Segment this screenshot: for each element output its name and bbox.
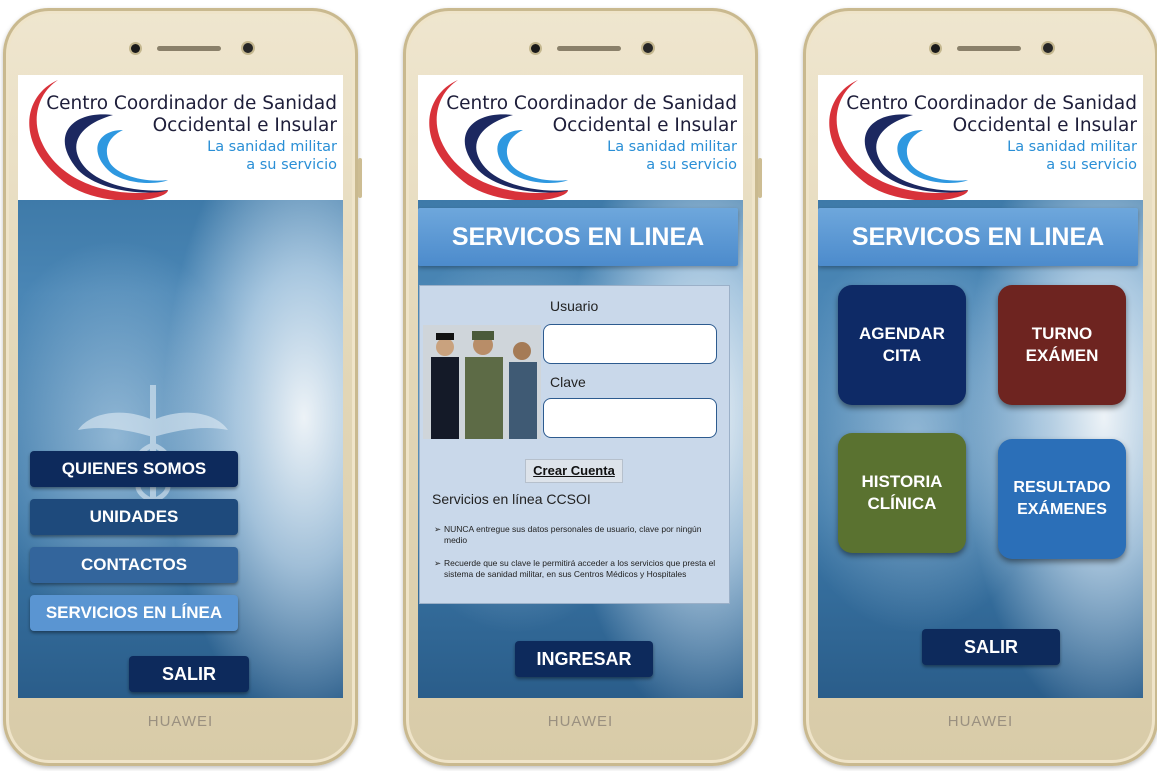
device-brand-label: HUAWEI — [147, 713, 214, 730]
password-input[interactable] — [543, 398, 717, 438]
phone-frame-1: Centro Coordinador de Sanidad Occidental… — [3, 8, 362, 766]
military-personnel-photo — [423, 325, 541, 439]
security-note-2: ➢ Recuerde que su clave le permitirá acc… — [434, 558, 719, 580]
bullet-arrow-icon: ➢ — [434, 524, 442, 534]
header-title-line1: Centro Coordinador de Sanidad — [846, 93, 1137, 114]
phone-frame-3: Centro Coordinador de Sanidad Occidental… — [803, 8, 1157, 766]
device-brand-label: HUAWEI — [947, 713, 1014, 730]
security-note-1: ➢ NUNCA entregue sus datos personales de… — [434, 524, 719, 546]
header-tagline-line1: La sanidad militar — [607, 139, 737, 155]
earpiece-speaker — [157, 46, 221, 51]
services-title: Servicios en línea CCSOI — [432, 491, 591, 507]
security-note-2-text: Recuerde que su clave le permitirá acced… — [444, 558, 716, 579]
header-title-line2: Occidental e Insular — [552, 115, 737, 136]
tile-line2: CITA — [882, 346, 922, 365]
earpiece-speaker — [557, 46, 621, 51]
header-title-line1: Centro Coordinador de Sanidad — [446, 93, 737, 114]
front-camera — [131, 44, 140, 53]
tile-line1: HISTORIA — [861, 472, 943, 491]
front-sensor — [1043, 43, 1053, 53]
header-title-line1: Centro Coordinador de Sanidad — [46, 93, 337, 114]
username-input[interactable] — [543, 324, 717, 364]
menu-servicios-en-linea-button[interactable]: SERVICIOS EN LÍNEA — [30, 595, 238, 631]
phone-frame-2: Centro Coordinador de Sanidad Occidental… — [403, 8, 762, 766]
password-label: Clave — [550, 374, 586, 390]
header-tagline-line1: La sanidad militar — [1007, 139, 1137, 155]
screen-login: Centro Coordinador de Sanidad Occidental… — [418, 75, 743, 698]
front-camera — [931, 44, 940, 53]
menu-contactos-button[interactable]: CONTACTOS — [30, 547, 238, 583]
volume-button — [758, 158, 762, 198]
tile-line1: TURNO — [1031, 324, 1093, 343]
schedule-appointment-tile[interactable]: AGENDAR CITA — [838, 285, 966, 405]
tile-line2: EXÁMENES — [1017, 501, 1107, 518]
login-panel: Usuario Clave Crear Cuenta Servicios en … — [419, 285, 730, 604]
screen-home: Centro Coordinador de Sanidad Occidental… — [18, 75, 343, 698]
exam-results-tile[interactable]: RESULTADO EXÁMENES — [998, 439, 1126, 559]
menu-quienes-somos-button[interactable]: QUIENES SOMOS — [30, 451, 238, 487]
front-sensor — [243, 43, 253, 53]
earpiece-speaker — [957, 46, 1021, 51]
page-title-banner: SERVICOS EN LINEA — [418, 208, 738, 266]
screen-services: Centro Coordinador de Sanidad Occidental… — [818, 75, 1143, 698]
header-tagline-line1: La sanidad militar — [207, 139, 337, 155]
tile-line1: AGENDAR — [859, 324, 945, 343]
app-header: Centro Coordinador de Sanidad Occidental… — [18, 75, 343, 200]
security-note-1-text: NUNCA entregue sus datos personales de u… — [444, 524, 702, 545]
header-title-line2: Occidental e Insular — [952, 115, 1137, 136]
username-label: Usuario — [550, 298, 599, 314]
tile-line2: CLÍNICA — [867, 494, 937, 513]
bullet-arrow-icon: ➢ — [434, 558, 442, 568]
header-tagline-line2: a su servicio — [1046, 157, 1137, 173]
front-sensor — [643, 43, 653, 53]
tile-line1: RESULTADO — [1013, 479, 1111, 496]
header-tagline-line2: a su servicio — [646, 157, 737, 173]
clinical-history-tile[interactable]: HISTORIA CLÍNICA — [838, 433, 966, 553]
volume-button — [358, 158, 362, 198]
exit-button[interactable]: SALIR — [922, 629, 1060, 665]
header-title-line2: Occidental e Insular — [152, 115, 337, 136]
menu-unidades-button[interactable]: UNIDADES — [30, 499, 238, 535]
page-title-banner: SERVICOS EN LINEA — [818, 208, 1138, 266]
tile-line2: EXÁMEN — [1025, 346, 1099, 365]
front-camera — [531, 44, 540, 53]
login-button[interactable]: INGRESAR — [515, 641, 653, 677]
app-header: Centro Coordinador de Sanidad Occidental… — [818, 75, 1143, 200]
header-tagline-line2: a su servicio — [246, 157, 337, 173]
exit-button[interactable]: SALIR — [129, 656, 249, 692]
create-account-link[interactable]: Crear Cuenta — [525, 459, 623, 483]
exam-turn-tile[interactable]: TURNO EXÁMEN — [998, 285, 1126, 405]
device-brand-label: HUAWEI — [547, 713, 614, 730]
app-header: Centro Coordinador de Sanidad Occidental… — [418, 75, 743, 200]
